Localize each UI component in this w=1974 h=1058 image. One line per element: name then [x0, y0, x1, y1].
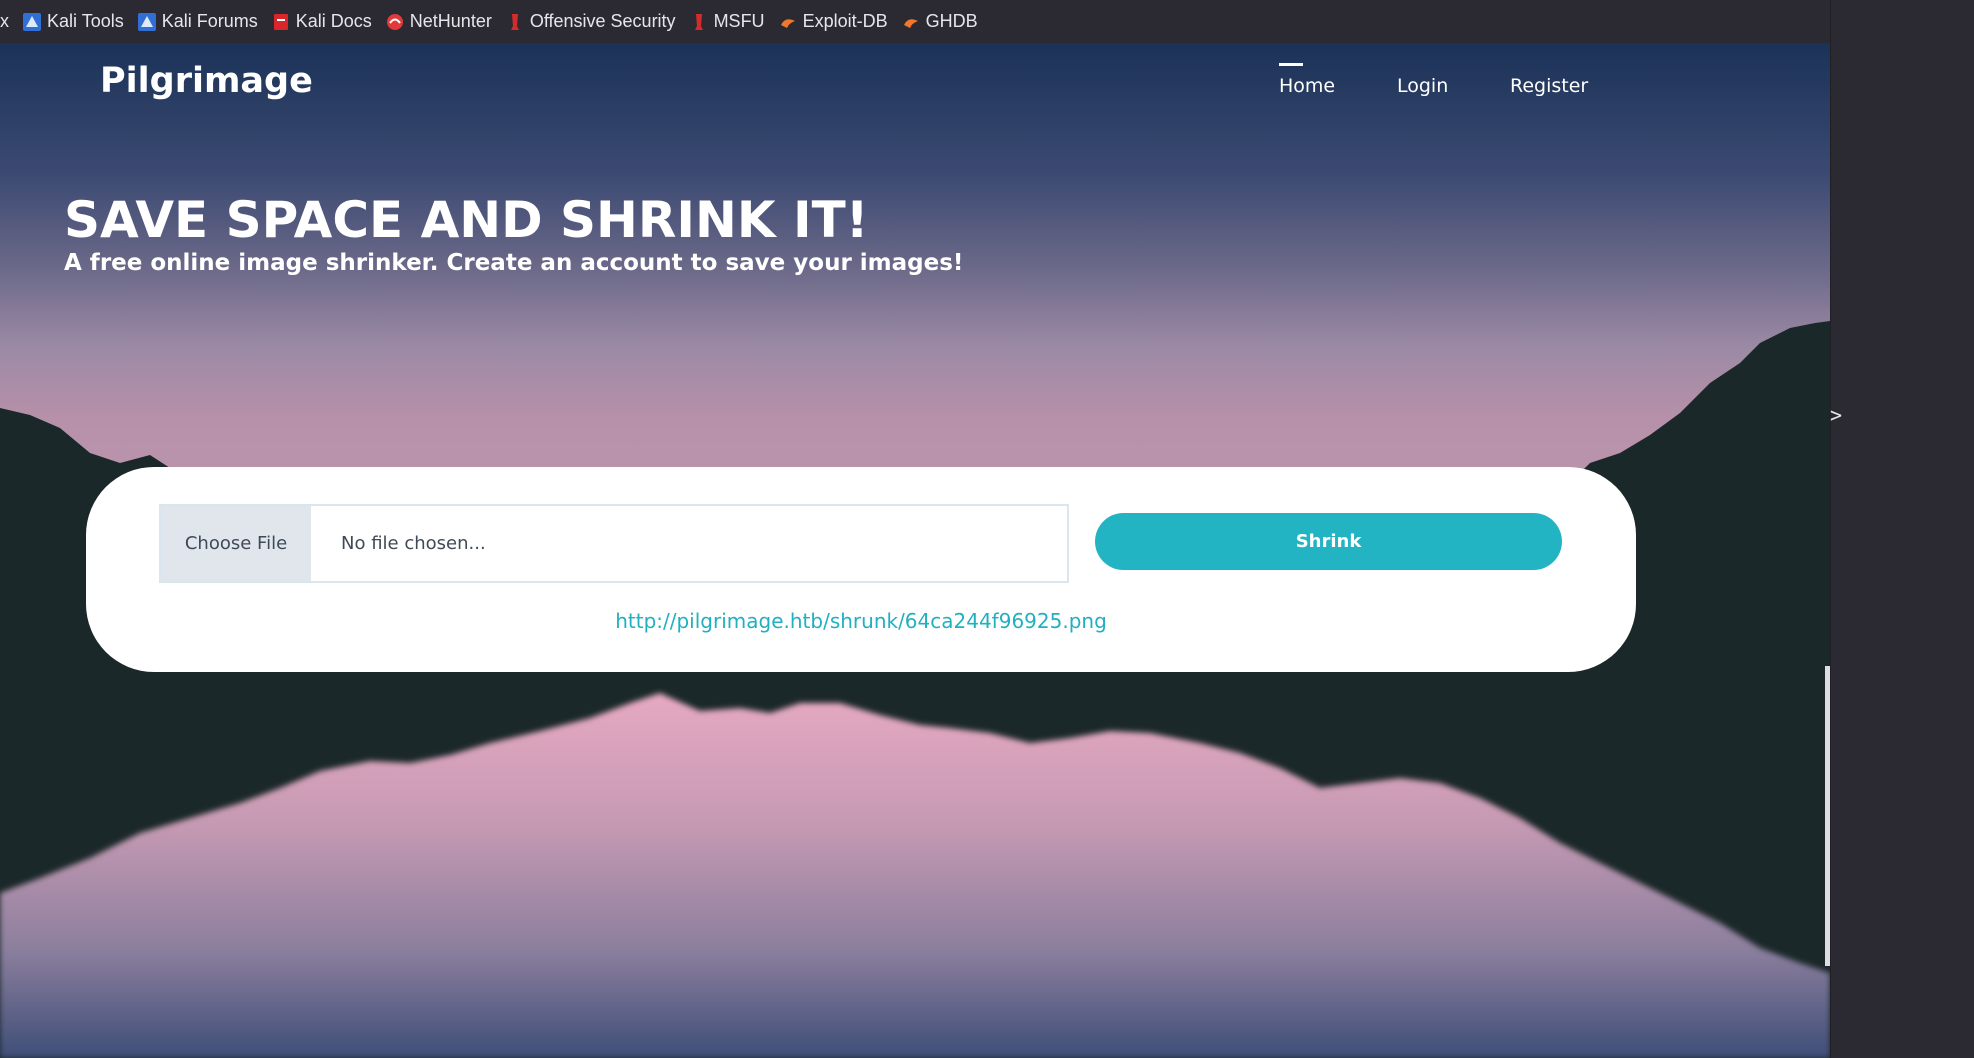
bookmarks-toolbar: x Kali Tools Kali Forums Kali Docs NetHu…: [0, 0, 1830, 44]
bookmark-kali-forums[interactable]: Kali Forums: [131, 0, 265, 43]
bookmark-label: GHDB: [925, 11, 978, 31]
page-scrollbar[interactable]: [1825, 666, 1830, 966]
file-input[interactable]: Choose File No file chosen...: [159, 504, 1069, 583]
site-navbar: Pilgrimage Home Login Register: [0, 43, 1830, 128]
page-viewport: Pilgrimage Home Login Register SAVE SPAC…: [0, 43, 1830, 1058]
nav-link-register[interactable]: Register: [1510, 75, 1588, 97]
nav-link-home[interactable]: Home: [1279, 75, 1335, 97]
nav-link-login[interactable]: Login: [1397, 75, 1448, 97]
choose-file-button[interactable]: Choose File: [161, 506, 311, 581]
bookmark-kali-tools[interactable]: Kali Tools: [16, 0, 131, 43]
bookmark-cut-off[interactable]: x: [0, 0, 16, 43]
offsec-icon: [694, 13, 703, 30]
bookmark-label: NetHunter: [409, 11, 492, 31]
kali-docs-icon: [273, 13, 288, 30]
bookmark-label: Exploit-DB: [802, 11, 888, 31]
bookmark-label: Kali Tools: [47, 11, 124, 31]
offsec-icon: [510, 13, 519, 30]
exploitdb-icon: [903, 18, 918, 28]
nethunter-icon: [386, 13, 403, 30]
bookmark-msfu[interactable]: MSFU: [683, 0, 772, 43]
nav-active-indicator: [1279, 63, 1303, 66]
hero-subtitle: A free online image shrinker. Create an …: [64, 250, 964, 276]
bookmark-label: x: [0, 11, 9, 31]
file-status-label: No file chosen...: [341, 533, 486, 554]
site-brand[interactable]: Pilgrimage: [100, 61, 313, 101]
exploitdb-icon: [780, 18, 795, 28]
shrunk-image-link[interactable]: http://pilgrimage.htb/shrunk/64ca244f969…: [86, 609, 1636, 633]
bookmark-nethunter[interactable]: NetHunter: [379, 0, 499, 43]
bookmark-label: Kali Docs: [295, 11, 372, 31]
bookmark-label: Offensive Security: [529, 11, 676, 31]
bookmark-exploit-db[interactable]: Exploit-DB: [772, 0, 895, 43]
shrink-button[interactable]: Shrink: [1095, 513, 1562, 570]
bookmark-label: Kali Forums: [161, 11, 258, 31]
upload-card: Choose File No file chosen... Shrink htt…: [86, 467, 1636, 672]
hero-title: SAVE SPACE AND SHRINK IT!: [64, 191, 869, 249]
bookmark-offensive-security[interactable]: Offensive Security: [499, 0, 683, 43]
browser-side-panel: [1830, 0, 1974, 1058]
sidebar-toggle-icon[interactable]: >: [1826, 400, 1846, 430]
bookmark-ghdb[interactable]: GHDB: [895, 0, 985, 43]
kali-dragon-icon: [137, 12, 156, 31]
kali-dragon-icon: [23, 12, 41, 31]
bookmark-kali-docs[interactable]: Kali Docs: [265, 0, 379, 43]
bookmark-label: MSFU: [713, 11, 765, 31]
